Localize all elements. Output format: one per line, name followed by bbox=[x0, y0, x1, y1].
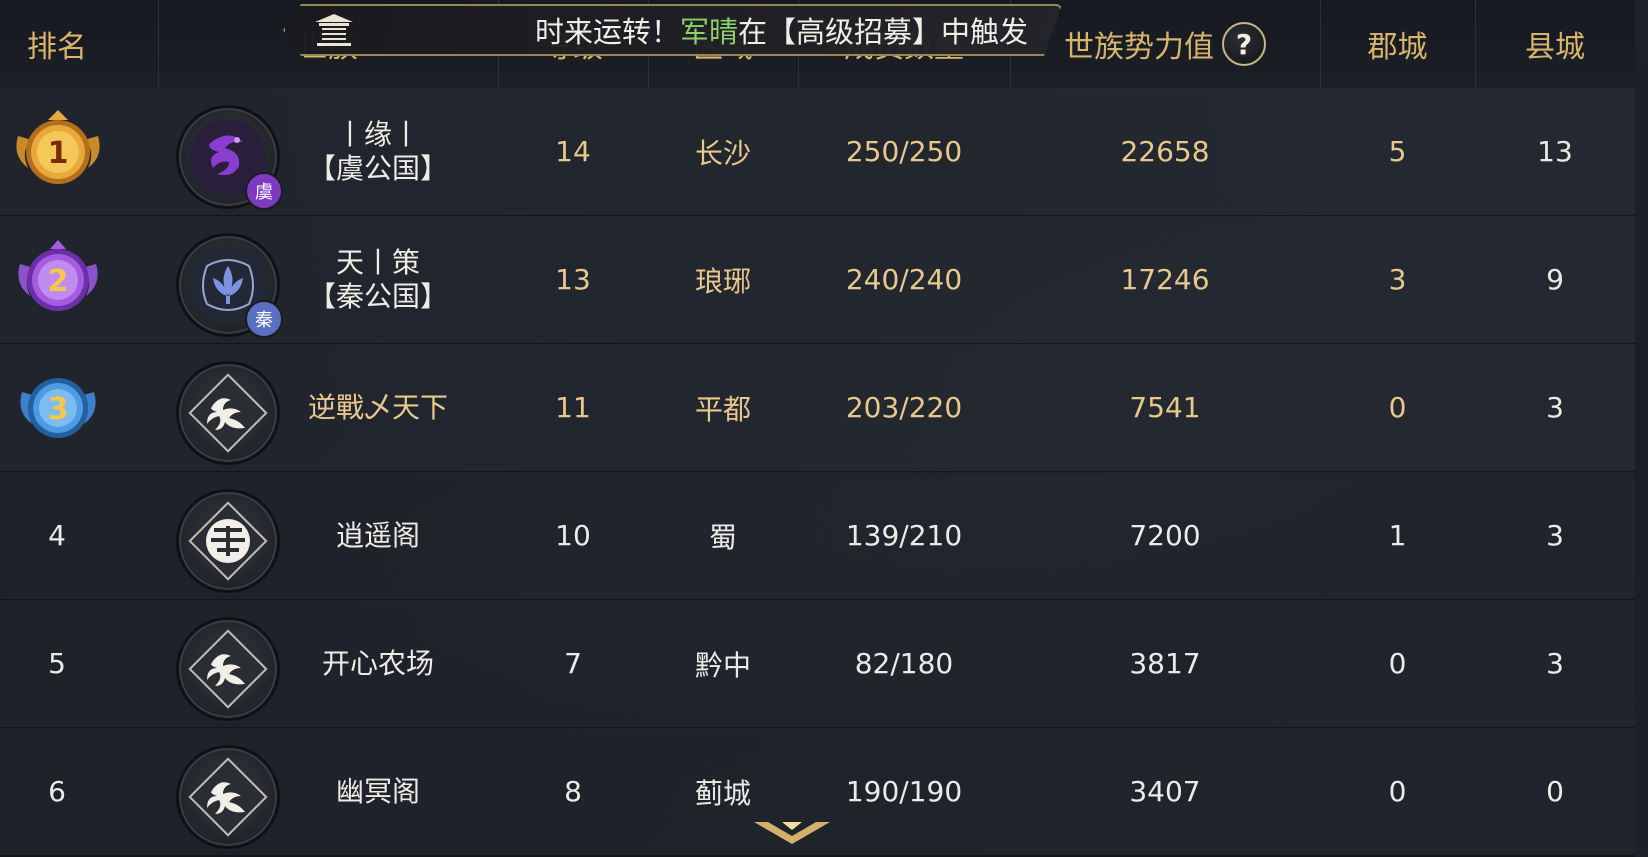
swirl-emblem-icon[interactable] bbox=[176, 361, 280, 465]
clan-name[interactable]: 丨缘丨 【虞公国】 bbox=[284, 88, 472, 215]
clan-region: 平都 bbox=[694, 392, 751, 426]
clan-prefectures: 3 bbox=[1388, 263, 1407, 296]
announcement-suffix: 在【高级招募】中触发 bbox=[738, 15, 1029, 49]
header-rank: 排名 bbox=[27, 30, 87, 65]
clan-counties: 0 bbox=[1546, 775, 1564, 808]
clan-nation-line: 【秦公国】 bbox=[307, 279, 448, 313]
clan-members: 82/180 bbox=[854, 647, 954, 680]
clan-name[interactable]: 逍遥阁 bbox=[284, 472, 472, 599]
clan-counties: 3 bbox=[1546, 647, 1564, 680]
longevity-emblem-icon[interactable] bbox=[176, 489, 280, 593]
clan-level: 11 bbox=[555, 391, 591, 424]
announcement-player-name[interactable]: 军晴 bbox=[680, 9, 738, 51]
clan-nation-line: 【虞公国】 bbox=[307, 151, 448, 185]
clan-name[interactable]: 天丨策 【秦公国】 bbox=[284, 216, 472, 343]
scroll-down-arrow-icon[interactable] bbox=[752, 820, 832, 847]
clan-name[interactable]: 开心农场 bbox=[284, 600, 472, 727]
clan-name[interactable]: 逆戰乄天下 bbox=[284, 344, 472, 471]
clan-name-line: 天丨策 bbox=[335, 245, 420, 279]
clan-level: 8 bbox=[564, 775, 582, 808]
clan-level: 13 bbox=[555, 263, 591, 296]
clan-power: 7200 bbox=[1129, 519, 1201, 552]
clan-prefectures: 1 bbox=[1388, 519, 1407, 552]
rank-number: 6 bbox=[48, 775, 66, 808]
purple-rank-medal-icon: 2 bbox=[18, 240, 98, 311]
clan-members: 240/240 bbox=[845, 263, 963, 296]
pavilion-icon bbox=[305, 10, 363, 50]
clan-power: 3817 bbox=[1129, 647, 1201, 680]
clan-power: 17246 bbox=[1120, 263, 1210, 296]
clan-counties: 13 bbox=[1537, 135, 1573, 168]
clan-prefectures: 0 bbox=[1388, 647, 1407, 680]
table-row[interactable]: 3 逆戰乄天下 11 平都 203/220 7541 0 3 bbox=[0, 344, 1635, 473]
clan-region: 长沙 bbox=[694, 136, 751, 170]
swirl-emblem-icon[interactable] bbox=[176, 617, 280, 721]
clan-name-line: 丨缘丨 bbox=[335, 117, 420, 151]
clan-members: 139/210 bbox=[845, 519, 963, 552]
table-row[interactable]: 2 秦 天丨策 【秦公国】 13 琅琊 240/240 17246 3 9 bbox=[0, 216, 1635, 345]
rank-number: 4 bbox=[48, 519, 66, 552]
table-row[interactable]: 4 逍遥阁 10 蜀 139/210 7200 1 3 bbox=[0, 472, 1635, 601]
header-county: 县城 bbox=[1525, 30, 1585, 65]
header-prefecture: 郡城 bbox=[1367, 30, 1428, 65]
clan-level: 14 bbox=[555, 135, 591, 168]
clan-state-tag: 虞 bbox=[245, 172, 283, 210]
clan-region: 蜀 bbox=[708, 520, 737, 554]
dragon-emblem-icon[interactable]: 虞 bbox=[176, 105, 283, 210]
announcement-text: 时来运转！ 军晴 在【高级招募】中触发 bbox=[535, 6, 1040, 54]
medal-rank-number: 1 bbox=[48, 136, 69, 171]
help-icon[interactable]: ? bbox=[1222, 22, 1266, 66]
clan-level: 7 bbox=[564, 647, 582, 680]
clan-members: 250/250 bbox=[845, 135, 963, 168]
clan-power: 3407 bbox=[1129, 775, 1201, 808]
clan-region: 黔中 bbox=[694, 648, 751, 682]
clan-power: 7541 bbox=[1129, 391, 1201, 424]
medal-rank-number: 2 bbox=[48, 264, 69, 299]
clan-counties: 3 bbox=[1546, 519, 1564, 552]
clan-level: 10 bbox=[555, 519, 591, 552]
announcement-banner[interactable]: 时来运转！ 军晴 在【高级招募】中触发 bbox=[283, 4, 1062, 56]
gold-rank-medal-icon: 1 bbox=[16, 110, 100, 184]
clan-counties: 9 bbox=[1546, 263, 1564, 296]
clan-name[interactable]: 幽冥阁 bbox=[284, 728, 472, 855]
blue-rank-medal-icon: 3 bbox=[20, 378, 96, 438]
clan-members: 203/220 bbox=[845, 391, 963, 424]
clan-power: 22658 bbox=[1120, 135, 1210, 168]
clan-counties: 3 bbox=[1546, 391, 1564, 424]
table-row[interactable]: 5 开心农场 7 黔中 82/180 3817 0 3 bbox=[0, 600, 1635, 729]
medal-rank-number: 3 bbox=[48, 392, 69, 427]
lotus-emblem-icon[interactable]: 秦 bbox=[176, 233, 283, 338]
announcement-prefix: 时来运转！ bbox=[535, 15, 681, 49]
swirl-emblem-icon[interactable] bbox=[176, 745, 280, 849]
clan-state-tag: 秦 bbox=[245, 300, 283, 338]
header-power: 世族势力值 bbox=[1064, 30, 1214, 65]
table-row[interactable]: 1 虞 丨缘丨 【虞公国】 14 长沙 250/250 22658 5 13 bbox=[0, 88, 1635, 217]
clan-region: 琅琊 bbox=[694, 264, 751, 298]
clan-prefectures: 5 bbox=[1388, 135, 1407, 168]
rank-number: 5 bbox=[48, 647, 66, 680]
clan-prefectures: 0 bbox=[1388, 391, 1407, 424]
clan-prefectures: 0 bbox=[1388, 775, 1407, 808]
